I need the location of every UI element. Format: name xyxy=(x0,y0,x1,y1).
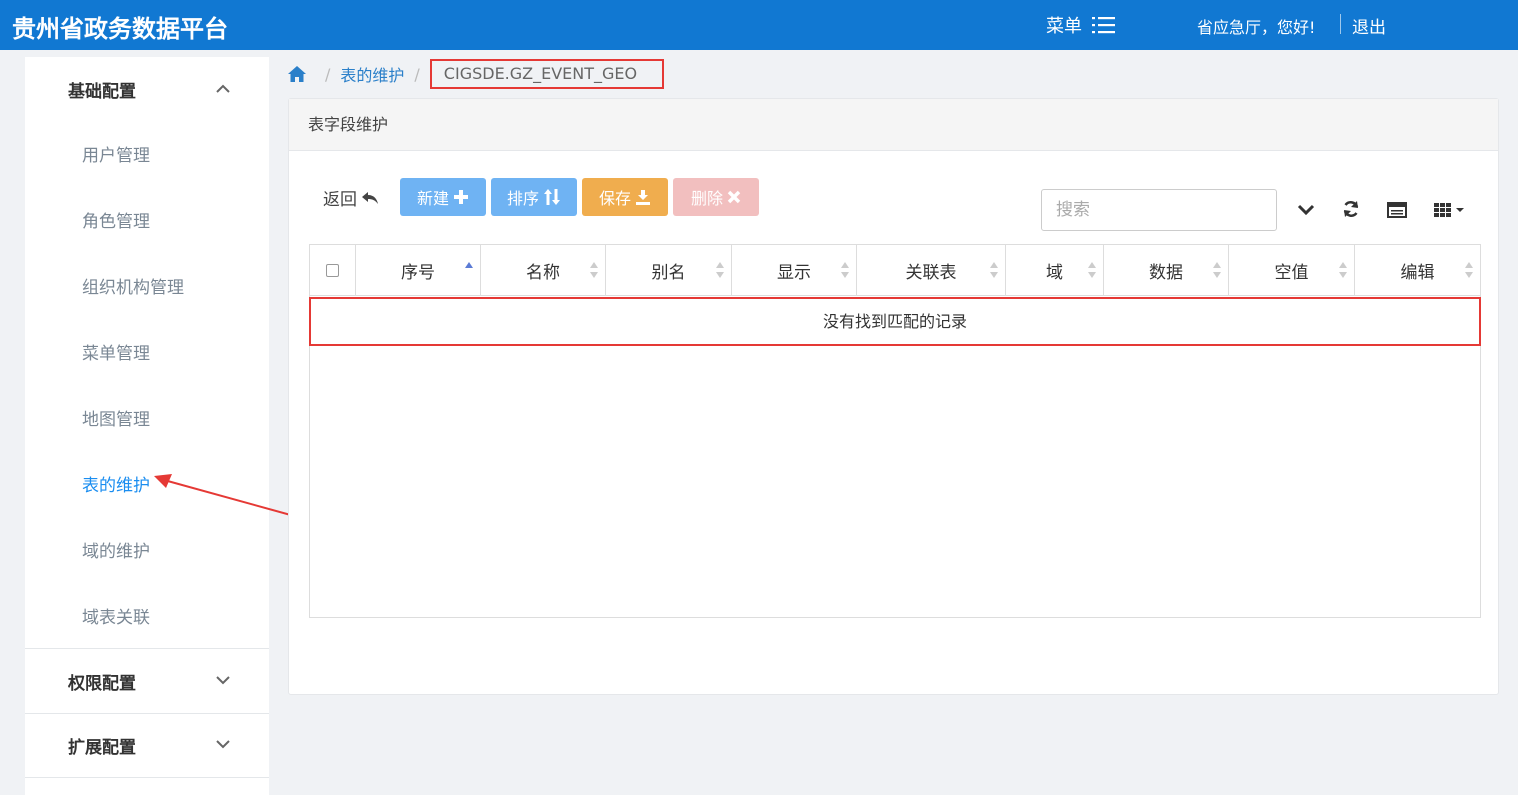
delete-button-label: 删除 xyxy=(690,189,723,208)
chevron-down-icon xyxy=(216,740,230,749)
list-icon xyxy=(1092,17,1115,34)
sidebar-item-map-management[interactable]: 地图管理 xyxy=(82,405,150,430)
column-header-label: 显示 xyxy=(777,263,811,283)
sidebar-item-role-management[interactable]: 角色管理 xyxy=(82,207,150,232)
column-header-data[interactable]: 数据 xyxy=(1104,245,1229,296)
column-header-label: 别名 xyxy=(651,263,686,283)
download-icon xyxy=(636,190,650,205)
sort-button[interactable]: 排序 xyxy=(491,178,577,216)
user-greeting: 省应急厅，您好! xyxy=(1197,18,1316,37)
sidebar-item-domain-maintenance[interactable]: 域的维护 xyxy=(82,537,150,562)
column-header-display[interactable]: 显示 xyxy=(732,245,857,296)
sidebar-group-basic-config[interactable]: 基础配置 xyxy=(25,57,269,121)
sort-icon xyxy=(590,262,598,278)
panel-title: 表字段维护 xyxy=(289,99,1498,151)
column-header-related-table[interactable]: 关联表 xyxy=(857,245,1006,296)
column-header-label: 关联表 xyxy=(905,263,957,283)
select-all-checkbox[interactable] xyxy=(326,264,339,277)
save-button[interactable]: 保存 xyxy=(582,178,668,216)
chevron-up-icon xyxy=(216,84,230,93)
top-header: 贵州省政务数据平台 菜单 省应急厅，您好! 退出 xyxy=(0,0,1518,50)
sort-icon xyxy=(990,262,998,278)
columns-grid-icon[interactable] xyxy=(1433,202,1467,218)
delete-button[interactable]: 删除 xyxy=(673,178,759,216)
column-header-label: 域 xyxy=(1046,263,1063,283)
plus-icon xyxy=(454,190,468,204)
column-header-label: 空值 xyxy=(1274,263,1309,283)
select-all-header xyxy=(310,245,356,296)
new-button-label: 新建 xyxy=(416,189,449,208)
breadcrumb-parent-link[interactable]: 表的维护 xyxy=(340,62,404,86)
close-icon xyxy=(727,190,741,204)
column-header-alias[interactable]: 别名 xyxy=(606,245,732,296)
sort-icon xyxy=(1339,262,1347,278)
sort-button-label: 排序 xyxy=(506,189,539,208)
field-table: 序号 名称 别名 显示 关联表 域 数据 空值 编辑 没有找到匹配的记录 xyxy=(309,244,1481,618)
column-header-label: 序号 xyxy=(401,263,435,283)
menu-toggle-button[interactable]: 菜单 xyxy=(1046,12,1116,38)
sort-icon xyxy=(1088,262,1096,278)
sidebar-item-domain-table-link[interactable]: 域表关联 xyxy=(82,603,150,628)
empty-result-row: 没有找到匹配的记录 xyxy=(309,297,1481,346)
column-header-domain[interactable]: 域 xyxy=(1006,245,1104,296)
sidebar-group-permission-config[interactable]: 权限配置 xyxy=(25,649,269,713)
sidebar-item-org-management[interactable]: 组织机构管理 xyxy=(82,273,184,298)
sort-arrows-icon xyxy=(544,189,560,205)
sidebar: 基础配置 用户管理 角色管理 组织机构管理 菜单管理 地图管理 表的维护 域的维… xyxy=(25,57,269,795)
column-header-name[interactable]: 名称 xyxy=(481,245,606,296)
new-button[interactable]: 新建 xyxy=(400,178,486,216)
home-icon[interactable] xyxy=(287,64,307,84)
sidebar-item-menu-management[interactable]: 菜单管理 xyxy=(82,339,150,364)
sidebar-item-user-management[interactable]: 用户管理 xyxy=(82,141,150,166)
column-header-label: 名称 xyxy=(526,263,560,283)
sort-icon xyxy=(1213,262,1221,278)
sidebar-group-extension-config[interactable]: 扩展配置 xyxy=(25,713,269,777)
sort-icon xyxy=(841,262,849,278)
table-field-panel: 表字段维护 返回 新建 排序 保存 删除 搜索 序号 名称 别名 显示 关联表 … xyxy=(288,98,1499,695)
column-header-label: 数据 xyxy=(1149,263,1183,283)
breadcrumb-separator: / xyxy=(325,64,331,84)
sidebar-item-table-maintenance[interactable]: 表的维护 xyxy=(82,471,150,496)
column-header-edit[interactable]: 编辑 xyxy=(1355,245,1480,296)
sidebar-group-title: 扩展配置 xyxy=(68,737,136,758)
search-input[interactable] xyxy=(1041,189,1277,231)
table-header-row: 序号 名称 别名 显示 关联表 域 数据 空值 编辑 xyxy=(310,245,1480,296)
chevron-down-icon xyxy=(216,676,230,685)
reply-icon xyxy=(362,191,378,204)
sort-icon xyxy=(1465,262,1473,278)
sort-icon xyxy=(716,262,724,278)
breadcrumb: / 表的维护 / CIGSDE.GZ_EVENT_GEO xyxy=(287,59,664,89)
column-header-index[interactable]: 序号 xyxy=(356,245,481,296)
card-view-icon[interactable] xyxy=(1387,202,1407,218)
column-header-nullable[interactable]: 空值 xyxy=(1229,245,1355,296)
logout-link[interactable]: 退出 xyxy=(1352,13,1386,38)
back-label: 返回 xyxy=(323,190,357,210)
sidebar-divider xyxy=(25,777,269,778)
sidebar-group-title: 基础配置 xyxy=(68,81,136,102)
back-button[interactable]: 返回 xyxy=(323,185,379,210)
app-title: 贵州省政务数据平台 xyxy=(12,15,228,43)
breadcrumb-separator: / xyxy=(414,64,420,84)
chevron-down-icon[interactable] xyxy=(1297,203,1315,217)
breadcrumb-current: CIGSDE.GZ_EVENT_GEO xyxy=(429,59,664,89)
header-divider xyxy=(1340,14,1341,34)
sidebar-group-title: 权限配置 xyxy=(68,673,136,694)
column-header-label: 编辑 xyxy=(1400,263,1435,283)
refresh-icon[interactable] xyxy=(1342,200,1360,218)
sort-asc-icon xyxy=(465,262,473,268)
save-button-label: 保存 xyxy=(598,189,631,208)
menu-label: 菜单 xyxy=(1046,16,1082,37)
